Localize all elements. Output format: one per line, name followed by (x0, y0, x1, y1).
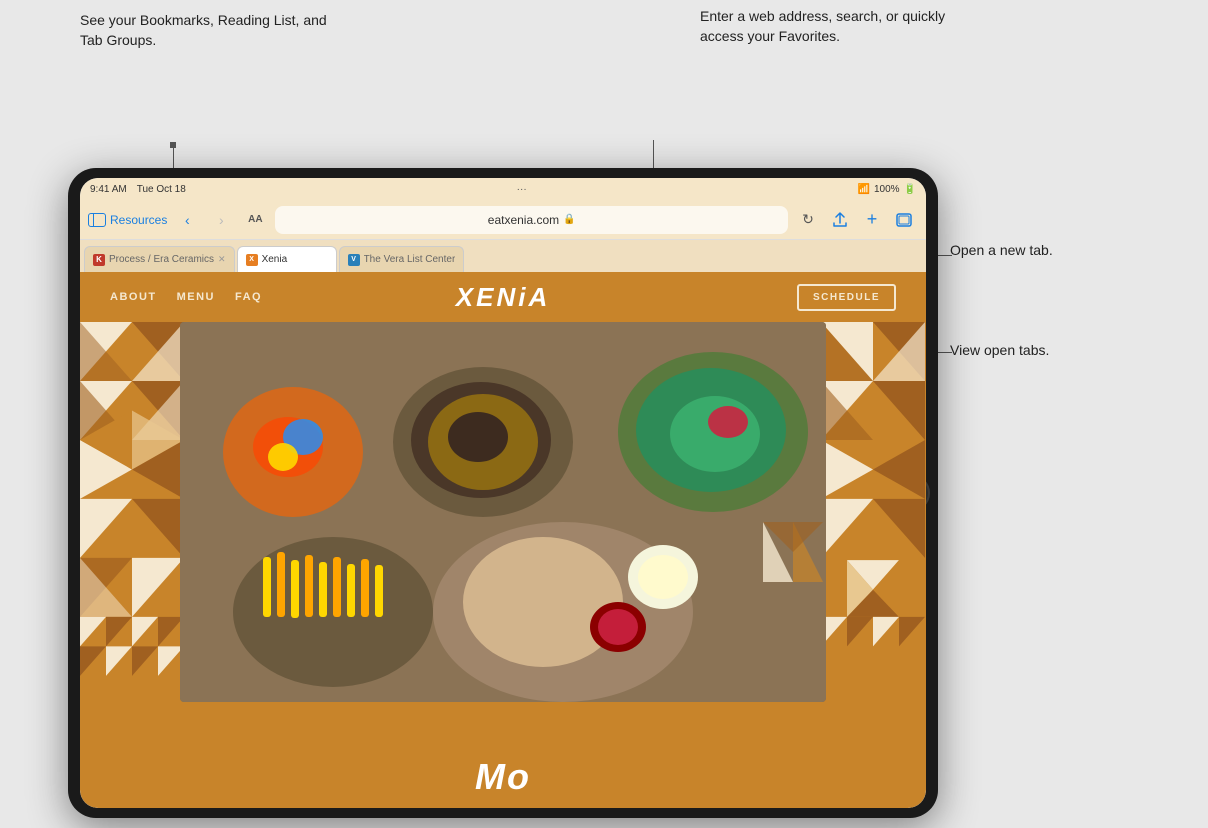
tab-xenia[interactable]: X Xenia (237, 246, 337, 272)
tab-vera-list[interactable]: V The Vera List Center (339, 246, 465, 272)
food-svg (180, 322, 826, 702)
site-logo: XENiA (456, 282, 550, 313)
nav-about[interactable]: ABOUT (110, 291, 157, 303)
site-bottom-text: Mo (80, 756, 926, 798)
tab-1-favicon: K (93, 254, 105, 266)
back-button[interactable]: ‹ (173, 206, 201, 234)
toolbar: Resources ‹ › AA eatxenia.com 🔒 ↻ (80, 200, 926, 240)
geo-right-panel (821, 322, 926, 753)
site-content: ABOUT MENU FAQ XENiA SCHEDULE (80, 272, 926, 808)
tabs-bar: K Process / Era Ceramics ✕ X Xenia V (80, 240, 926, 272)
sidebar-label: Resources (110, 213, 167, 227)
reload-button[interactable]: ↻ (794, 206, 822, 234)
view-tabs-annotation: View open tabs. (950, 340, 1049, 360)
site-nav: ABOUT MENU FAQ XENiA SCHEDULE (80, 272, 926, 322)
status-time: 9:41 AM (90, 184, 127, 195)
status-right: 📶 100% 🔋 (858, 184, 916, 195)
geo-right-svg (821, 322, 926, 753)
status-center: ··· (517, 184, 527, 195)
tab-3-favicon: V (348, 254, 360, 266)
browser-chrome: 9:41 AM Tue Oct 18 ··· 📶 100% 🔋 Resource… (80, 178, 926, 808)
toolbar-actions: ↻ + (794, 206, 918, 234)
ipad-screen: 9:41 AM Tue Oct 18 ··· 📶 100% 🔋 Resource… (80, 178, 926, 808)
address-text: eatxenia.com (488, 213, 559, 227)
schedule-button[interactable]: SCHEDULE (797, 284, 896, 311)
address-annotation: Enter a web address, search, or quickly … (700, 6, 980, 47)
ipad-device: 9:41 AM Tue Oct 18 ··· 📶 100% 🔋 Resource… (68, 168, 938, 818)
sidebar-button[interactable]: Resources (88, 213, 167, 227)
battery-text: 100% (874, 184, 900, 195)
share-button[interactable] (826, 206, 854, 234)
geo-left-svg (80, 322, 185, 753)
status-left: 9:41 AM Tue Oct 18 (90, 184, 186, 195)
tab-1-label: Process / Era Ceramics (109, 254, 214, 265)
new-tab-annotation-text: Open a new tab. (950, 242, 1053, 258)
tab-process-era[interactable]: K Process / Era Ceramics ✕ (84, 246, 235, 272)
geo-left-panel (80, 322, 185, 753)
status-bar: 9:41 AM Tue Oct 18 ··· 📶 100% 🔋 (80, 178, 926, 200)
reader-view-button[interactable]: AA (241, 206, 269, 234)
view-tabs-annotation-text: View open tabs. (950, 342, 1049, 358)
wifi-icon: 📶 (858, 184, 870, 195)
status-date: Tue Oct 18 (137, 184, 186, 195)
new-tab-button[interactable]: + (858, 206, 886, 234)
nav-menu[interactable]: MENU (177, 291, 215, 303)
site-nav-links: ABOUT MENU FAQ (110, 291, 262, 303)
address-annotation-text: Enter a web address, search, or quickly … (700, 8, 945, 44)
lock-icon: 🔒 (563, 214, 575, 225)
tab-1-close[interactable]: ✕ (218, 254, 226, 265)
sidebar-icon (88, 213, 106, 227)
food-image (180, 322, 826, 702)
more-icon: ··· (517, 184, 527, 195)
battery-icon: 🔋 (904, 184, 916, 195)
bookmarks-annotation-text: See your Bookmarks, Reading List, and Ta… (80, 12, 327, 48)
bookmarks-annotation: See your Bookmarks, Reading List, and Ta… (80, 10, 340, 51)
forward-button[interactable]: › (207, 206, 235, 234)
tab-2-favicon: X (246, 254, 258, 266)
address-bar[interactable]: eatxenia.com 🔒 (275, 206, 788, 234)
nav-faq[interactable]: FAQ (235, 291, 262, 303)
tab-3-label: The Vera List Center (364, 254, 456, 265)
tab-2-label: Xenia (262, 254, 288, 265)
food-photo (180, 322, 826, 702)
tab-overview-button[interactable] (890, 206, 918, 234)
bookmarks-callout-dot (170, 142, 176, 148)
new-tab-annotation: Open a new tab. (950, 240, 1053, 260)
